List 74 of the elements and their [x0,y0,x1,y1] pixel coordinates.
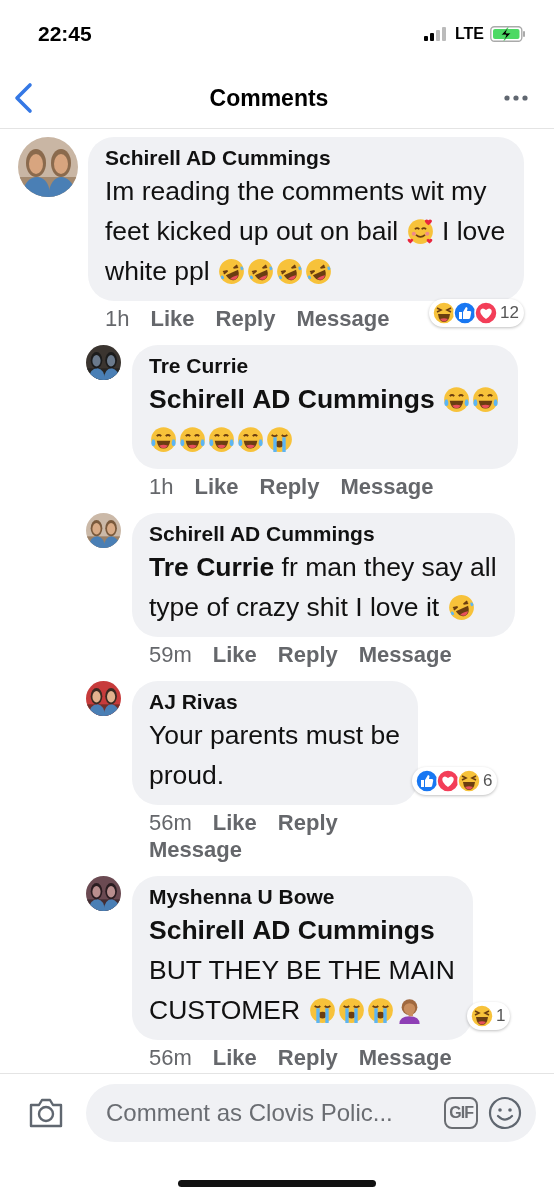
rolling-laugh-icon [447,594,475,621]
laughing-reaction-icon [432,301,457,325]
comment-text: Im reading the comments wit my [105,176,487,206]
laughing-tears-icon [237,426,264,453]
reaction-summary[interactable]: 6 [412,767,498,795]
comment-action-link[interactable]: Message [358,641,452,668]
gif-button[interactable]: GIF [444,1097,478,1129]
comment-text: type of crazy shit I love it [149,592,440,622]
more-icon[interactable] [504,95,528,101]
comment-time: 1h [105,305,130,332]
comment-text: Your parents must be [149,720,400,750]
crying-face-icon [266,426,293,453]
laughing-tears-icon [150,426,177,453]
comment-text: feet kicked up out on bail [105,216,399,246]
comment-text: Schirell AD Cummings [149,915,435,945]
laughing-tears-icon [472,386,500,413]
comment-author[interactable]: Tre Currie [149,353,501,379]
comment-author[interactable]: Schirell AD Cummings [105,145,507,171]
laughing-reaction-icon [470,1004,494,1028]
comment-text: Schirell AD Cummings [149,384,435,414]
comment-action-link[interactable]: Reply [277,809,338,836]
rolling-laugh-icon [217,258,245,285]
comment-text: CUSTOMER [149,995,301,1025]
comment-text: proud. [149,760,225,790]
crying-face-icon [308,997,336,1024]
laughing-reaction-icon [457,769,481,793]
comment-action-link[interactable]: Reply [215,305,276,332]
comment-action-link[interactable]: Message [358,1044,452,1071]
comment-action-link[interactable]: Like [212,809,257,836]
heart-reaction-icon [436,769,460,793]
comment-action-link[interactable]: Message [340,473,434,500]
comment-text: I love [441,216,506,246]
comment-text: Tre Currie fr man they say all [149,552,497,582]
rolling-laugh-icon [304,258,332,285]
comment-action-link[interactable]: Message [149,836,242,863]
crying-face-icon [337,997,365,1024]
comment-action-link[interactable]: Reply [277,1044,338,1071]
comment-time: 56m [149,1044,192,1071]
reaction-summary[interactable]: 12 [429,299,524,327]
comment-author[interactable]: Schirell AD Cummings [149,521,498,547]
laughing-tears-icon [179,426,206,453]
signal-icon [423,27,448,41]
comment-author[interactable]: AJ Rivas [149,689,401,715]
comment-time: 1h [149,473,174,500]
comment-action-link[interactable]: Like [212,641,257,668]
comment-field[interactable]: Comment as Clovis Polic... GIF [86,1084,536,1142]
comment-action-link[interactable]: Reply [259,473,320,500]
rolling-laugh-icon [275,258,303,285]
emoji-icon[interactable] [488,1096,522,1130]
network-label: LTE [454,25,484,43]
rolling-laugh-icon [246,258,274,285]
comment-action-link[interactable]: Message [296,305,390,332]
comment-author[interactable]: Myshenna U Bowe [149,884,456,910]
comment-action-link[interactable]: Like [150,305,195,332]
comment-action-link[interactable]: Reply [277,641,338,668]
reaction-summary[interactable]: 1 [467,1002,511,1030]
comment-action-link[interactable]: Like [212,1044,257,1071]
heart-reaction-icon [474,301,499,325]
like-reaction-icon [415,769,439,793]
back-icon[interactable] [12,82,34,114]
crying-face-icon [366,997,394,1024]
comment-text: white ppl [105,256,210,286]
comment-text: BUT THEY BE THE MAIN [149,955,455,985]
comment-action-link[interactable]: Like [194,473,239,500]
battery-charging-icon [490,26,526,42]
laughing-tears-icon [208,426,235,453]
comment-time: 56m [149,809,192,836]
camera-icon[interactable] [28,1097,64,1129]
status-time: 22:45 [38,22,93,46]
like-reaction-icon [453,301,478,325]
smiling-face-hearts-icon [406,218,434,245]
page-title: Comments [208,84,330,112]
laughing-tears-icon [443,386,471,413]
comment-time: 59m [149,641,192,668]
